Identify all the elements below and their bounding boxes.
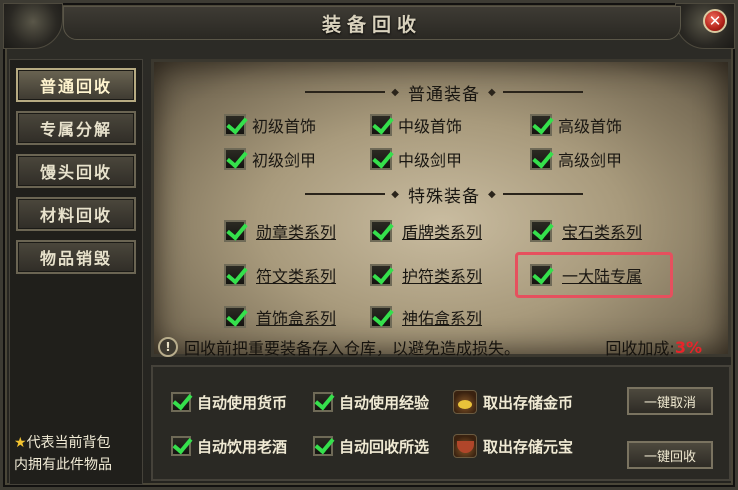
checkbox-icon[interactable] [224,148,246,170]
option-withdraw-gold[interactable]: 取出存储金币 [453,389,573,415]
star-icon: ★ [14,435,27,451]
corner-ornament-left [3,3,63,49]
section-special-title: 特殊装备 [408,186,480,207]
section-special-equipment: ◆ 特殊装备 ◆ [154,182,734,207]
recycle-options-panel: ◆ 普通装备 ◆ 初级首饰 中级首饰 高级首饰 初级剑甲 中级剑甲 高级剑甲 ◆… [151,59,734,359]
option-shield-series[interactable]: 盾牌类系列 [370,218,482,244]
recycle-warning: ! 回收前把重要装备存入仓库，以避免造成损失。 [158,336,520,358]
checkbox-icon[interactable] [224,114,246,136]
option-auto-use-currency[interactable]: 自动使用货币 [171,389,287,415]
recycle-all-button[interactable]: 一键回收 [627,441,713,469]
bonus-label: 回收加成: [605,339,675,358]
tab-item-destroy[interactable]: 物品销毁 [16,240,136,274]
legend: ★代表当前背包 内拥有此件物品 [14,432,142,476]
tab-material-recycle[interactable]: 材料回收 [16,197,136,231]
close-icon[interactable]: ✕ [703,9,727,33]
checkbox-icon[interactable] [530,148,552,170]
bonus-value: 3% [674,337,702,357]
highlight-box [515,252,673,298]
title-bar: 装备回收 [63,6,681,40]
checkbox-icon[interactable] [530,114,552,136]
checkbox-icon[interactable] [530,220,552,242]
gold-pouch-icon [453,390,477,414]
sidebar: 普通回收 专属分解 馒头回收 材料回收 物品销毁 ★代表当前背包 内拥有此件物品 [9,59,143,485]
checkbox-icon[interactable] [224,220,246,242]
equipment-recycle-window: 装备回收 ✕ 普通回收 专属分解 馒头回收 材料回收 物品销毁 ★代表当前背包 … [0,0,738,490]
warning-text: 回收前把重要装备存入仓库，以避免造成损失。 [184,339,521,358]
option-blessing-box-series[interactable]: 神佑盒系列 [370,304,482,330]
tab-mantou-recycle[interactable]: 馒头回收 [16,154,136,188]
tab-exclusive-decompose[interactable]: 专属分解 [16,111,136,145]
checkbox-icon[interactable] [313,392,333,412]
section-normal-title: 普通装备 [408,84,480,105]
auto-options-panel: 自动使用货币 自动使用经验 取出存储金币 一键取消 自动饮用老酒 自动回收所选 … [151,365,731,481]
option-auto-drink-wine[interactable]: 自动饮用老酒 [171,433,287,459]
option-auto-use-exp[interactable]: 自动使用经验 [313,389,429,415]
option-mid-weapon-armor[interactable]: 中级剑甲 [370,146,462,172]
checkbox-icon[interactable] [313,436,333,456]
option-senior-jewelry[interactable]: 高级首饰 [530,112,622,138]
checkbox-icon[interactable] [370,306,392,328]
option-gem-series[interactable]: 宝石类系列 [530,218,642,244]
option-jewelry-box-series[interactable]: 首饰盒系列 [224,304,336,330]
option-junior-weapon-armor[interactable]: 初级剑甲 [224,146,316,172]
option-auto-recycle-selected[interactable]: 自动回收所选 [313,433,429,459]
recycle-bonus: 回收加成: 3% [605,336,702,359]
option-medal-series[interactable]: 勋章类系列 [224,218,336,244]
option-senior-weapon-armor[interactable]: 高级剑甲 [530,146,622,172]
checkbox-icon[interactable] [370,148,392,170]
checkbox-icon[interactable] [224,264,246,286]
tab-normal-recycle[interactable]: 普通回收 [16,68,136,102]
option-mid-jewelry[interactable]: 中级首饰 [370,112,462,138]
checkbox-icon[interactable] [370,114,392,136]
checkbox-icon[interactable] [370,220,392,242]
checkbox-icon[interactable] [171,392,191,412]
section-normal-equipment: ◆ 普通装备 ◆ [154,80,734,105]
legend-text-2: 内拥有此件物品 [14,457,112,473]
option-rune-series[interactable]: 符文类系列 [224,262,336,288]
option-junior-jewelry[interactable]: 初级首饰 [224,112,316,138]
cancel-all-button[interactable]: 一键取消 [627,387,713,415]
checkbox-icon[interactable] [370,264,392,286]
yuanbao-bowl-icon [453,434,477,458]
checkbox-icon[interactable] [171,436,191,456]
checkbox-icon[interactable] [224,306,246,328]
option-amulet-series[interactable]: 护符类系列 [370,262,482,288]
legend-text-1: 代表当前背包 [26,435,111,451]
option-withdraw-yuanbao[interactable]: 取出存储元宝 [453,433,573,459]
warning-icon: ! [158,337,178,357]
window-title: 装备回收 [321,13,422,36]
